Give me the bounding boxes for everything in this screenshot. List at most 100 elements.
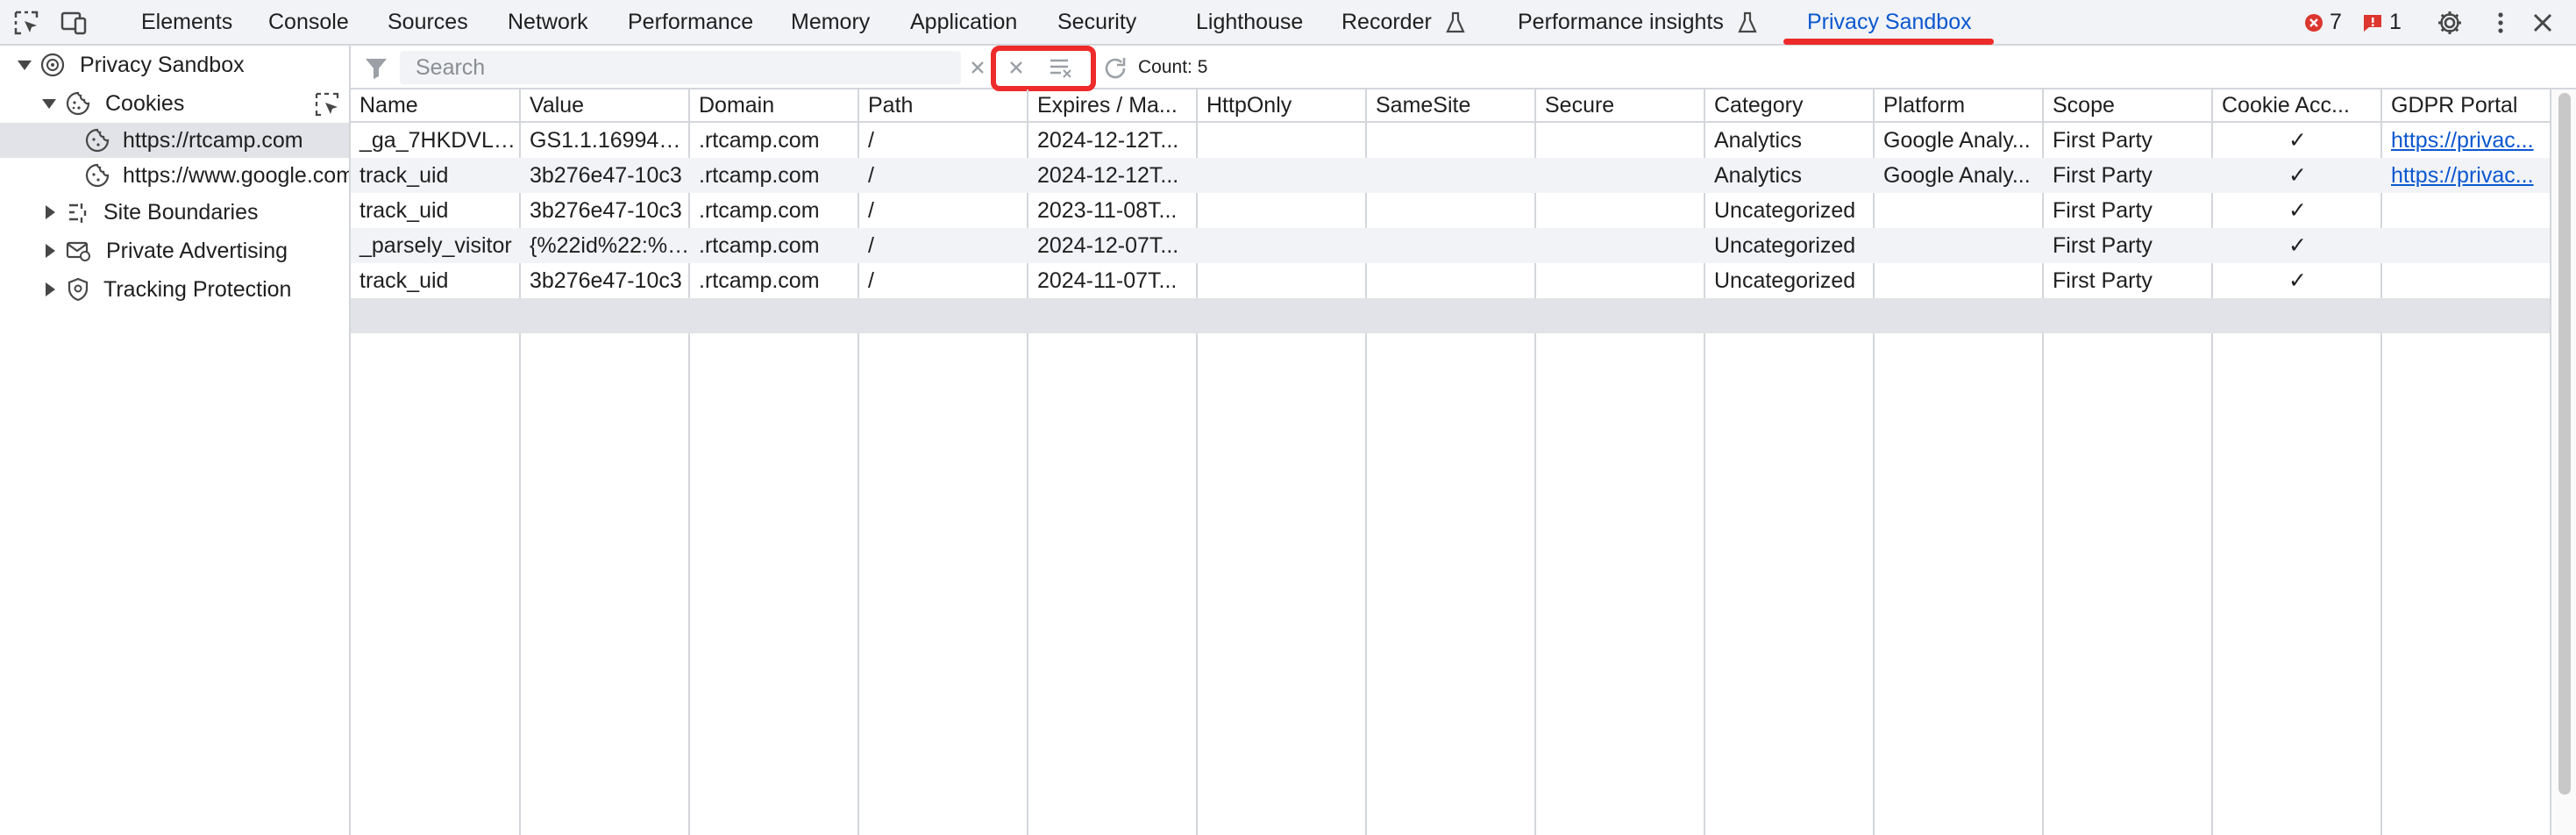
table-row[interactable]: track_uid 3b276e47-10c3 .rtcamp.com / 2024-1… bbox=[351, 263, 2550, 298]
column-header[interactable]: Scope bbox=[2044, 89, 2213, 121]
tree-item-cookies[interactable]: Cookies bbox=[0, 86, 349, 121]
issue-count: 1 bbox=[2388, 10, 2402, 34]
table-cell: 3b276e47-10c3 bbox=[530, 198, 682, 223]
table-cell: First Party bbox=[2053, 163, 2153, 188]
table-cell: ✓ bbox=[2288, 268, 2307, 293]
table-row[interactable]: track_uid 3b276e47-10c3 .rtcamp.com / 2024-1… bbox=[351, 158, 2550, 193]
cookie-icon bbox=[66, 91, 90, 116]
table-cell: .rtcamp.com bbox=[699, 128, 820, 153]
more-icon[interactable] bbox=[2487, 9, 2515, 37]
expand-arrow-icon[interactable] bbox=[42, 99, 56, 109]
table-cell: track_uid bbox=[359, 198, 449, 223]
empty-selected-row[interactable] bbox=[351, 298, 2550, 333]
tree-label: Privacy Sandbox bbox=[80, 53, 245, 77]
column-header[interactable]: Domain bbox=[690, 89, 859, 121]
table-cell: Analytics bbox=[1714, 128, 1803, 153]
tree-label: Cookies bbox=[105, 91, 185, 116]
tab-performance-insights[interactable]: Performance insights bbox=[1518, 0, 1758, 44]
tab-recorder[interactable]: Recorder bbox=[1341, 0, 1466, 44]
tree-item-tracking-protection[interactable]: Tracking Protection bbox=[0, 272, 349, 307]
table-row[interactable]: track_uid 3b276e47-10c3 .rtcamp.com / 2023-1… bbox=[351, 193, 2550, 228]
table-cell bbox=[1536, 123, 1705, 158]
table-cell: ✓ bbox=[2288, 128, 2307, 153]
table-cell bbox=[1198, 263, 1367, 298]
cookie-count: Count: 5 bbox=[1138, 57, 1208, 77]
gdpr-portal-link[interactable]: https://privac... bbox=[2391, 128, 2534, 153]
column-header[interactable]: Secure bbox=[1536, 89, 1705, 121]
expand-arrow-icon[interactable] bbox=[46, 205, 55, 219]
table-cell: _ga_7HKDVLRRY bbox=[359, 128, 521, 153]
column-header[interactable]: GDPR Portal bbox=[2382, 89, 2550, 121]
table-cell: .rtcamp.com bbox=[699, 233, 820, 258]
filter-icon[interactable] bbox=[363, 54, 389, 81]
column-header[interactable]: SameSite bbox=[1367, 89, 1536, 121]
table-scrollbar[interactable] bbox=[2550, 89, 2576, 835]
tab-recorder-label: Recorder bbox=[1341, 10, 1432, 34]
tab-lighthouse[interactable]: Lighthouse bbox=[1196, 0, 1303, 44]
expand-arrow-icon[interactable] bbox=[18, 61, 32, 70]
tab-sources[interactable]: Sources bbox=[388, 0, 468, 44]
column-header[interactable]: Expires / Ma... bbox=[1028, 89, 1198, 121]
tree-item-cookie-site[interactable]: https://rtcamp.com bbox=[0, 123, 349, 158]
table-cell: {%22id%22:%22 bbox=[530, 233, 690, 258]
tree-item-privacy-sandbox[interactable]: Privacy Sandbox bbox=[0, 47, 349, 82]
device-toggle-icon[interactable] bbox=[60, 9, 88, 37]
shield-icon bbox=[68, 277, 89, 302]
tab-elements[interactable]: Elements bbox=[141, 0, 232, 44]
table-cell bbox=[1875, 193, 2044, 228]
error-count: 7 bbox=[2329, 10, 2342, 34]
table-cell bbox=[1198, 158, 1367, 193]
tab-highlight-underline bbox=[1783, 39, 1994, 45]
table-cell: / bbox=[868, 198, 874, 223]
gdpr-portal-link[interactable]: https://privac... bbox=[2391, 163, 2534, 188]
table-row[interactable]: _ga_7HKDVLRRY GS1.1.16994458 .rtcamp.com / 2… bbox=[351, 123, 2550, 158]
advertising-icon bbox=[66, 241, 90, 261]
issue-count-badge[interactable]: 1 bbox=[2362, 0, 2402, 44]
column-header[interactable]: HttpOnly bbox=[1198, 89, 1367, 121]
tree-item-site-boundaries[interactable]: Site Boundaries bbox=[0, 195, 349, 230]
table-cell[interactable]: https://privac... bbox=[2382, 158, 2550, 193]
table-cell bbox=[2382, 263, 2550, 298]
tree-item-private-advertising[interactable]: Private Advertising bbox=[0, 233, 349, 268]
table-cell: 3b276e47-10c3 bbox=[530, 268, 682, 293]
column-header[interactable]: Platform bbox=[1875, 89, 2044, 121]
clear-search-icon[interactable] bbox=[969, 59, 986, 76]
table-cell: .rtcamp.com bbox=[699, 163, 820, 188]
tab-memory[interactable]: Memory bbox=[791, 0, 870, 44]
search-input[interactable] bbox=[400, 51, 961, 84]
devtools-tab-bar: Elements Console Sources Network Perform… bbox=[0, 0, 2576, 46]
inspect-icon[interactable] bbox=[12, 9, 40, 37]
table-cell bbox=[1367, 263, 1536, 298]
column-header[interactable]: Value bbox=[521, 89, 690, 121]
tab-security[interactable]: Security bbox=[1057, 0, 1136, 44]
tab-performance[interactable]: Performance bbox=[628, 0, 753, 44]
column-header[interactable]: Path bbox=[859, 89, 1028, 121]
column-header[interactable]: Name bbox=[351, 89, 521, 121]
highlight-box bbox=[991, 46, 1096, 91]
table-cell[interactable]: https://privac... bbox=[2382, 123, 2550, 158]
close-icon[interactable] bbox=[2529, 9, 2557, 37]
error-icon bbox=[2305, 14, 2323, 32]
error-count-badge[interactable]: 7 bbox=[2304, 0, 2342, 44]
tree-item-cookie-site[interactable]: https://www.google.com bbox=[0, 158, 351, 193]
table-cell: / bbox=[868, 163, 874, 188]
expand-arrow-icon[interactable] bbox=[46, 282, 55, 296]
expand-arrow-icon[interactable] bbox=[46, 244, 55, 258]
column-header[interactable]: Cookie Acc... bbox=[2213, 89, 2382, 121]
table-cell: / bbox=[868, 128, 874, 153]
tab-network[interactable]: Network bbox=[508, 0, 588, 44]
column-header[interactable]: Category bbox=[1705, 89, 1875, 121]
tab-console[interactable]: Console bbox=[268, 0, 349, 44]
scrollbar-thumb[interactable] bbox=[2558, 93, 2571, 795]
select-element-icon[interactable] bbox=[314, 91, 340, 118]
table-cell: First Party bbox=[2053, 233, 2153, 258]
tab-privacy-sandbox[interactable]: Privacy Sandbox bbox=[1807, 0, 1972, 44]
gear-icon[interactable] bbox=[2436, 9, 2464, 37]
tree-label: Tracking Protection bbox=[103, 277, 292, 302]
table-cell bbox=[1198, 123, 1367, 158]
refresh-icon[interactable] bbox=[1101, 54, 1129, 82]
tab-application[interactable]: Application bbox=[910, 0, 1017, 44]
table-cell bbox=[1536, 158, 1705, 193]
tree-label: https://www.google.com bbox=[123, 163, 351, 188]
table-row[interactable]: _parsely_visitor {%22id%22:%22 .rtcamp.com… bbox=[351, 228, 2550, 263]
